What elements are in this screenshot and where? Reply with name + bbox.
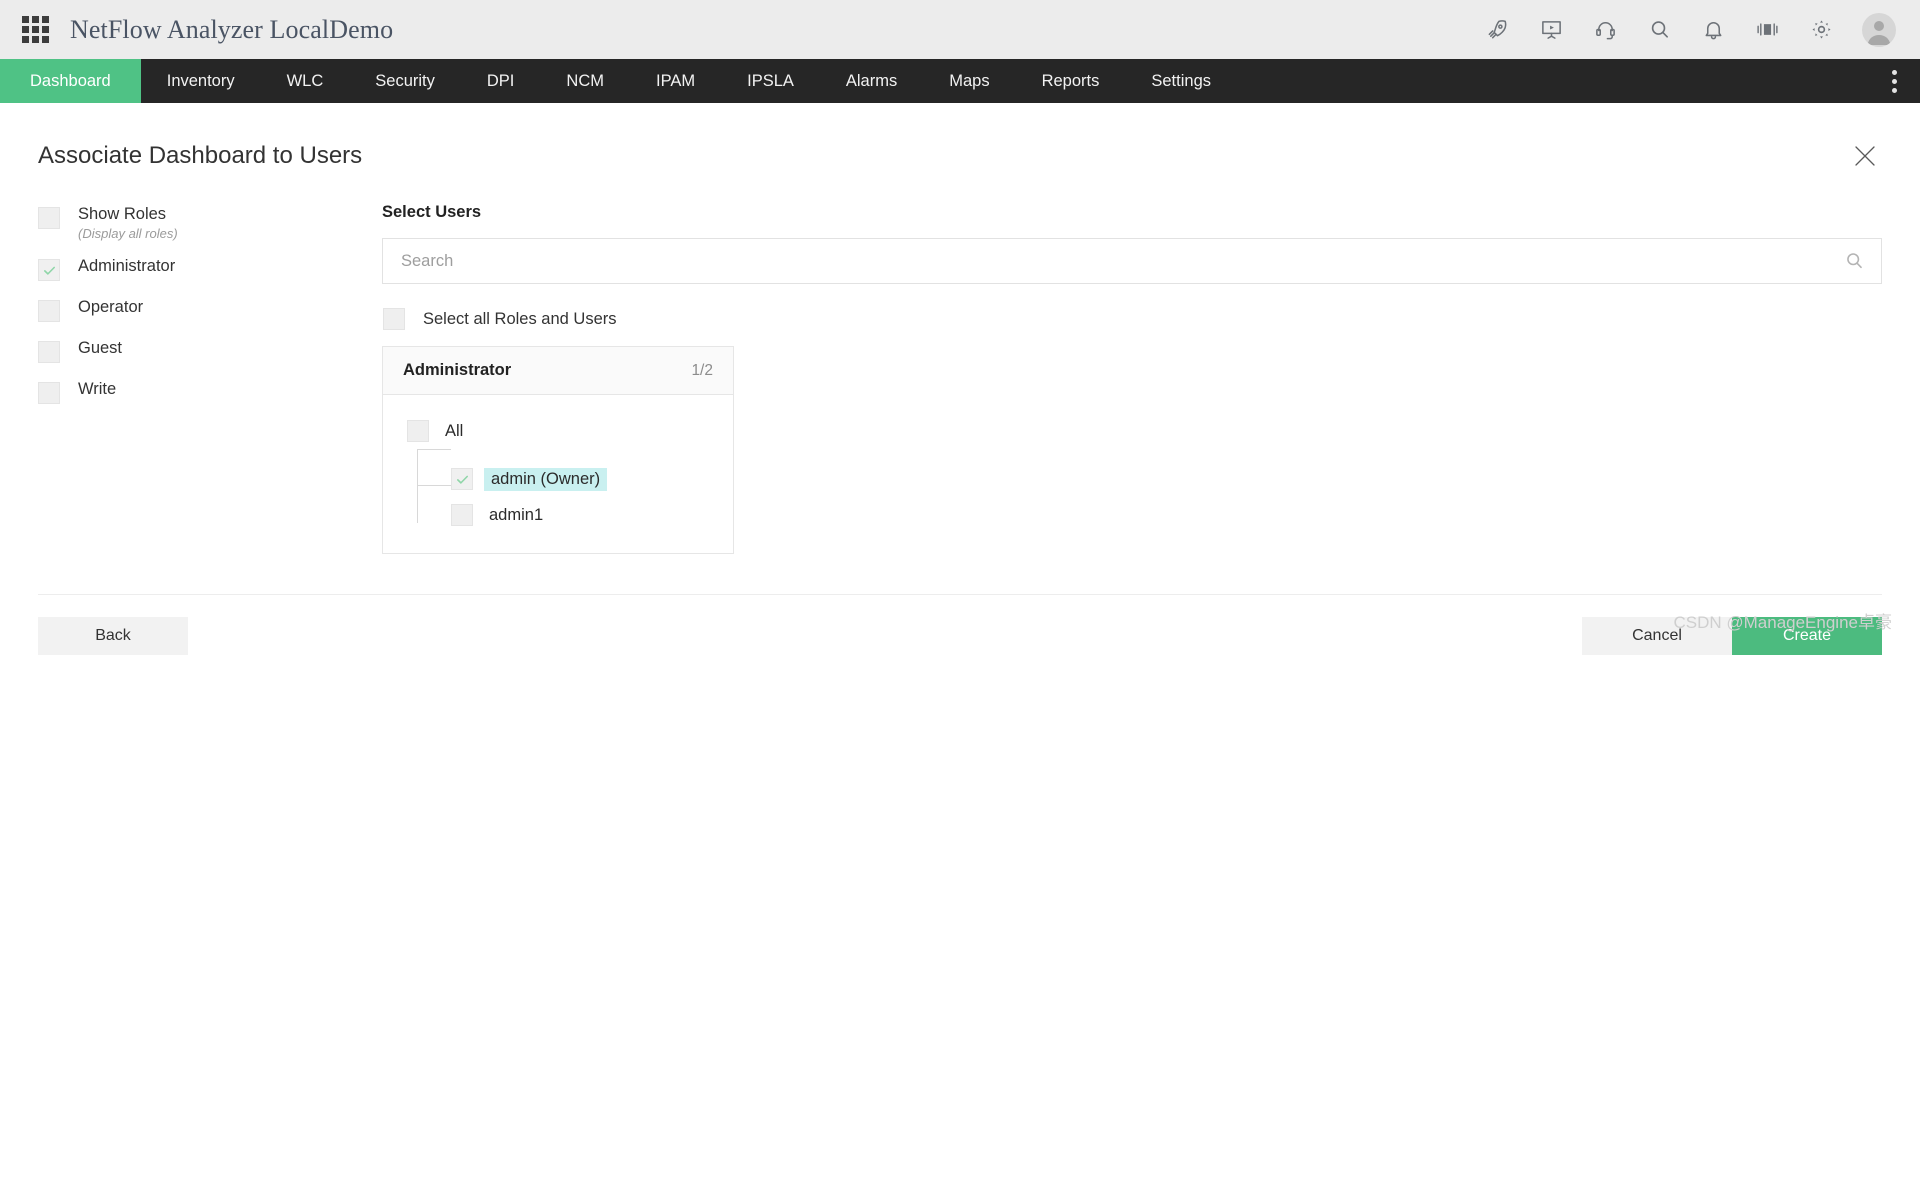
checkbox-show-roles[interactable] [38, 207, 60, 229]
main-nav: Dashboard Inventory WLC Security DPI NCM… [0, 59, 1920, 103]
tree-label: admin (Owner) [484, 468, 607, 491]
form-body: Show Roles (Display all roles) Administr… [0, 173, 1920, 554]
nav-item-reports[interactable]: Reports [1016, 59, 1126, 103]
page-header: Associate Dashboard to Users [0, 103, 1920, 173]
role-row-guest[interactable]: Guest [38, 340, 338, 363]
checkbox-admin1[interactable] [451, 504, 473, 526]
role-row-operator[interactable]: Operator [38, 299, 338, 322]
nav-item-maps[interactable]: Maps [923, 59, 1015, 103]
role-text: Write [78, 381, 116, 399]
tree-row-admin1[interactable]: admin1 [383, 497, 733, 533]
search-input[interactable] [383, 239, 1881, 283]
nav-item-dpi[interactable]: DPI [461, 59, 541, 103]
presentation-icon[interactable] [1538, 16, 1565, 43]
cards-icon[interactable] [1754, 16, 1781, 43]
role-row-administrator[interactable]: Administrator [38, 258, 338, 281]
role-group-header: Administrator 1/2 [383, 347, 733, 395]
checkbox-select-all[interactable] [383, 308, 405, 330]
role-label: Show Roles [78, 205, 166, 223]
nav-label: Inventory [167, 72, 235, 91]
select-all-roles-and-users-row[interactable]: Select all Roles and Users [383, 308, 1882, 330]
user-search-box[interactable] [382, 238, 1882, 284]
select-users-panel: Select Users Select all Roles and Users … [338, 203, 1882, 554]
nav-item-security[interactable]: Security [349, 59, 461, 103]
nav-item-ncm[interactable]: NCM [540, 59, 630, 103]
nav-item-wlc[interactable]: WLC [261, 59, 350, 103]
search-icon[interactable] [1646, 16, 1673, 43]
grid-apps-icon[interactable] [22, 16, 50, 44]
user-avatar-icon[interactable] [1862, 13, 1896, 47]
tree-row-admin-owner[interactable]: admin (Owner) [383, 461, 733, 497]
app-header: NetFlow Analyzer LocalDemo [0, 0, 1920, 59]
form-footer: Back Cancel Create [0, 595, 1920, 655]
role-text: Operator [78, 299, 143, 317]
nav-label: DPI [487, 72, 515, 91]
page-title: Associate Dashboard to Users [38, 142, 362, 170]
role-label: Operator [78, 298, 143, 316]
role-group-name: Administrator [403, 361, 511, 380]
nav-label: Dashboard [30, 72, 111, 91]
nav-label: Settings [1151, 72, 1211, 91]
select-users-label: Select Users [382, 203, 1882, 222]
search-icon[interactable] [1844, 251, 1865, 272]
role-text: Administrator [78, 258, 175, 276]
role-sublabel: (Display all roles) [78, 227, 178, 241]
user-tree: All admin (Owner) admin1 [383, 395, 733, 553]
rocket-icon[interactable] [1484, 16, 1511, 43]
role-label: Administrator [78, 257, 175, 275]
header-icon-tray [1484, 13, 1902, 47]
tree-connector-horizontal [417, 449, 451, 450]
nav-label: Maps [949, 72, 989, 91]
close-icon[interactable] [1848, 139, 1882, 173]
checkbox-write[interactable] [38, 382, 60, 404]
gear-icon[interactable] [1808, 16, 1835, 43]
nav-item-ipsla[interactable]: IPSLA [721, 59, 820, 103]
role-group-card: Administrator 1/2 All [382, 346, 734, 554]
headset-icon[interactable] [1592, 16, 1619, 43]
role-row-write[interactable]: Write [38, 381, 338, 404]
nav-item-dashboard[interactable]: Dashboard [0, 59, 141, 103]
checkbox-admin-owner[interactable] [451, 468, 473, 490]
role-label: Guest [78, 339, 122, 357]
nav-item-settings[interactable]: Settings [1125, 59, 1237, 103]
role-row-show-roles[interactable]: Show Roles (Display all roles) [38, 206, 338, 240]
select-all-label: Select all Roles and Users [423, 310, 617, 329]
page-content: Associate Dashboard to Users Show Roles … [0, 103, 1920, 655]
role-text: Guest [78, 340, 122, 358]
tree-label: admin1 [489, 506, 543, 525]
nav-item-ipam[interactable]: IPAM [630, 59, 721, 103]
nav-item-inventory[interactable]: Inventory [141, 59, 261, 103]
nav-label: WLC [287, 72, 324, 91]
watermark: CSDN @ManageEngine卓豪 [1673, 608, 1892, 633]
role-group-count: 1/2 [691, 362, 713, 380]
nav-label: Alarms [846, 72, 897, 91]
checkbox-administrator[interactable] [38, 259, 60, 281]
checkbox-all[interactable] [407, 420, 429, 442]
role-label: Write [78, 380, 116, 398]
checkbox-operator[interactable] [38, 300, 60, 322]
nav-item-alarms[interactable]: Alarms [820, 59, 923, 103]
nav-label: Security [375, 72, 435, 91]
tree-row-all[interactable]: All [383, 413, 733, 449]
app-title: NetFlow Analyzer LocalDemo [70, 15, 393, 45]
nav-label: IPSLA [747, 72, 794, 91]
roles-filter-list: Show Roles (Display all roles) Administr… [38, 203, 338, 554]
nav-label: NCM [566, 72, 604, 91]
back-button[interactable]: Back [38, 617, 188, 655]
nav-label: Reports [1042, 72, 1100, 91]
nav-label: IPAM [656, 72, 695, 91]
tree-label: All [445, 422, 463, 441]
checkbox-guest[interactable] [38, 341, 60, 363]
role-text: Show Roles (Display all roles) [78, 206, 178, 240]
bell-icon[interactable] [1700, 16, 1727, 43]
kebab-menu-icon[interactable] [1868, 59, 1920, 103]
